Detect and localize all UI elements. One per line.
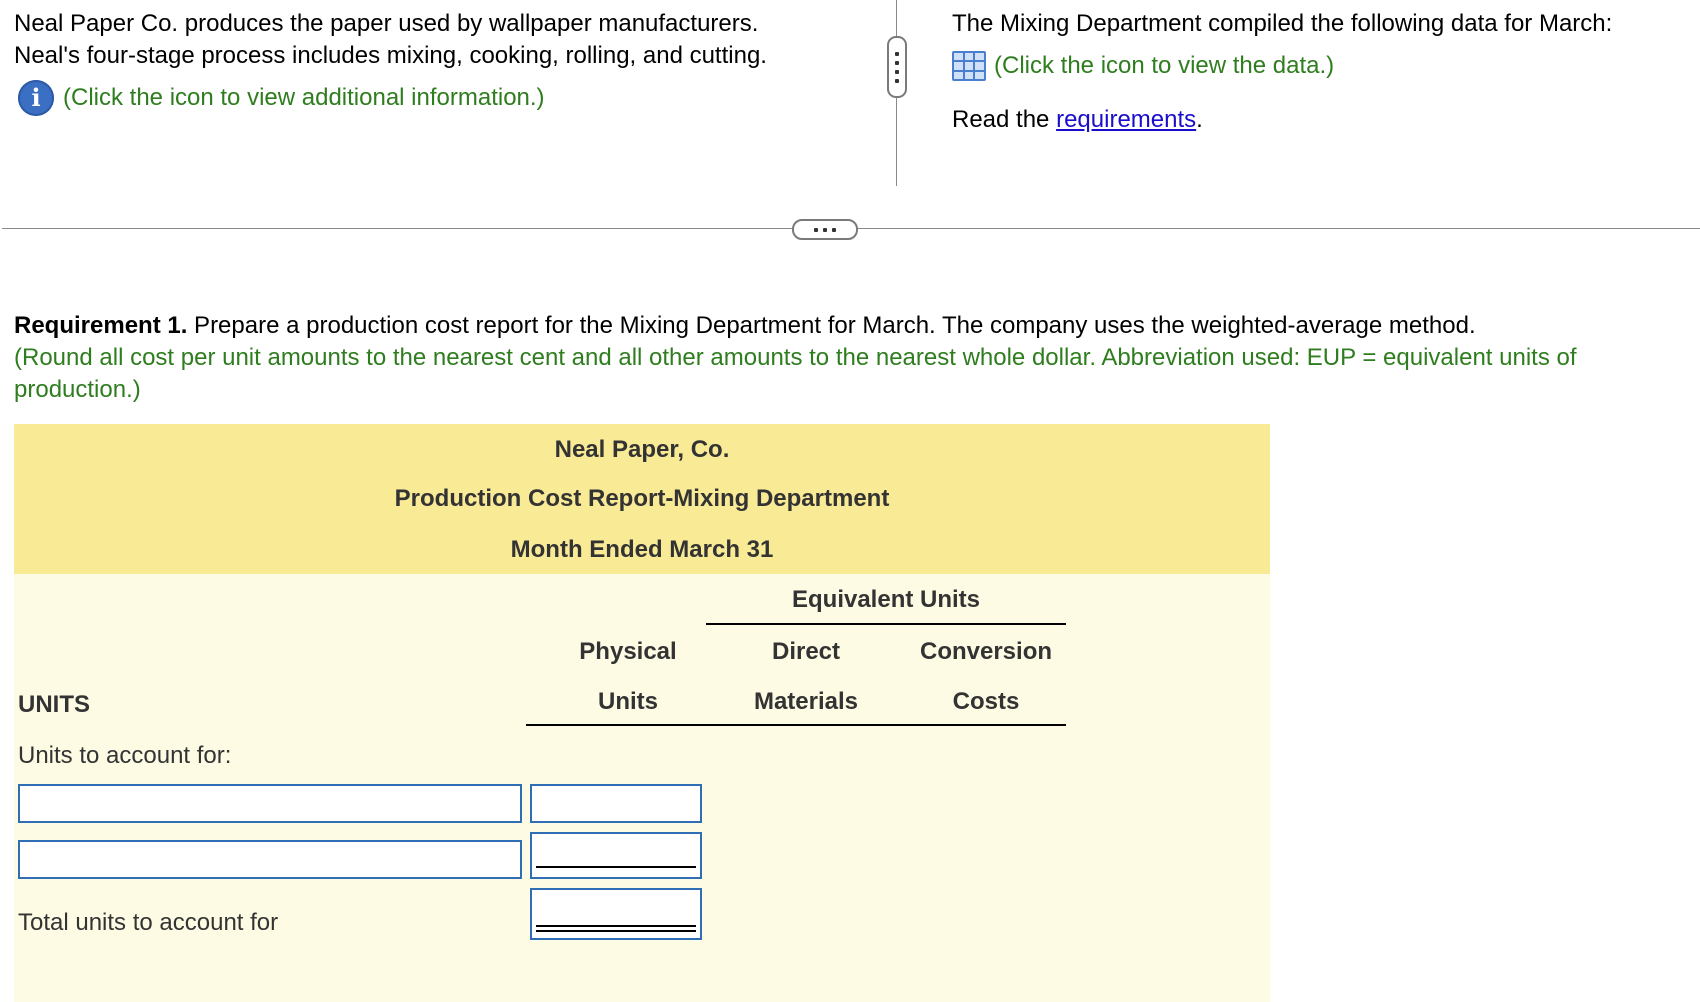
read-requirements-line: Read the requirements. [952,104,1692,136]
data-panel: The Mixing Department compiled the follo… [952,8,1692,136]
vertical-resize-handle[interactable] [887,36,907,98]
horizontal-resize-handle[interactable] [792,219,858,240]
total-double-line-top [536,925,696,927]
report-header: Neal Paper, Co. Production Cost Report-M… [14,424,1270,574]
col-direct-materials-line2: Materials [753,688,859,715]
requirement-note: (Round all cost per unit amounts to the … [14,344,1577,403]
report-title: Production Cost Report-Mixing Department [394,485,890,512]
column-header-underline [526,724,1066,726]
equivalent-units-underline [706,623,1066,625]
report-company: Neal Paper, Co. [554,436,730,463]
col-direct-materials-line1: Direct [771,638,841,665]
data-link-row[interactable]: (Click the icon to view the data.) [952,50,1692,82]
row2-label-input[interactable] [18,840,522,879]
row1-label-input[interactable] [18,784,522,823]
info-link-text[interactable]: (Click the icon to view additional infor… [63,82,545,114]
requirement-label: Requirement 1. [14,312,188,339]
requirements-link[interactable]: requirements [1056,106,1196,133]
equivalent-units-header: Equivalent Units [791,586,981,613]
total-double-line-bottom [536,930,696,932]
info-link-row[interactable]: i (Click the icon to view additional inf… [14,80,874,116]
info-icon[interactable]: i [18,80,54,116]
intro-panel: Neal Paper Co. produces the paper used b… [14,8,874,116]
units-heading: UNITS [18,691,90,718]
read-suffix: . [1196,106,1203,133]
data-intro-text: The Mixing Department compiled the follo… [952,10,1613,37]
col-conversion-costs-line2: Costs [952,688,1020,715]
production-cost-report: Neal Paper, Co. Production Cost Report-M… [14,424,1270,1002]
report-period: Month Ended March 31 [510,536,774,563]
total-units-input[interactable] [530,888,702,940]
row2-physical-units-input[interactable] [530,832,702,879]
data-link-text[interactable]: (Click the icon to view the data.) [994,50,1334,82]
units-to-account-label: Units to account for: [18,742,232,769]
col-physical-line2: Units [598,688,658,715]
requirement-text: Requirement 1. Prepare a production cost… [14,310,1694,406]
row1-physical-units-input[interactable] [530,784,702,823]
requirement-body: Prepare a production cost report for the… [187,312,1476,339]
intro-line-1: Neal Paper Co. produces the paper used b… [14,10,759,37]
read-prefix: Read the [952,106,1057,133]
intro-line-2: Neal's four-stage process includes mixin… [14,42,767,69]
page: Neal Paper Co. produces the paper used b… [0,0,1700,1002]
col-physical-line1: Physical [579,638,677,665]
subtotal-line [536,866,696,868]
total-units-label: Total units to account for [18,909,279,936]
col-conversion-costs-line1: Conversion [919,638,1053,665]
data-table-icon[interactable] [952,51,986,81]
